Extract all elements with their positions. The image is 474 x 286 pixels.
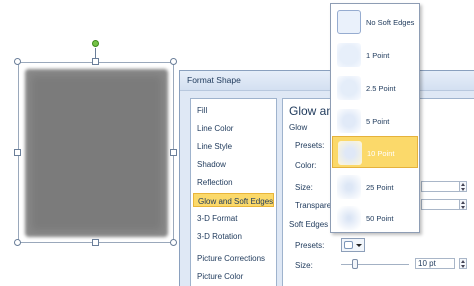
resize-handle-top[interactable] [92,58,99,65]
soft-edge-5pt-preview-icon [337,109,361,133]
resize-handle-bottom-right[interactable] [170,239,177,246]
soft-edges-presets-label: Presets: [295,241,325,250]
soft-edge-10pt-preview-icon [338,141,362,165]
menu-item-1-point[interactable]: 1 Point [332,39,418,71]
nav-item-3d-rotation[interactable]: 3-D Rotation [193,229,274,243]
nav-item-3d-format[interactable]: 3-D Format [193,211,274,225]
soft-edges-section-title: Soft Edges [289,220,329,229]
nav-item-fill[interactable]: Fill [193,103,274,117]
resize-handle-left[interactable] [14,149,21,156]
soft-edge-1pt-preview-icon [337,43,361,67]
nav-item-line-style[interactable]: Line Style [193,139,274,153]
glow-color-label: Color: [295,161,317,170]
menu-item-label: 50 Point [366,214,394,223]
menu-item-10-point[interactable]: 10 Point [332,136,418,168]
menu-item-label: No Soft Edges [366,18,415,27]
menu-item-25-point[interactable]: 25 Point [332,171,418,203]
glow-transparency-label: Transpare [295,201,332,210]
menu-item-5-point[interactable]: 5 Point [332,105,418,137]
nav-item-shadow[interactable]: Shadow [193,157,274,171]
glow-size-label: Size: [295,183,313,192]
resize-handle-top-left[interactable] [14,58,21,65]
menu-item-label: 5 Point [366,117,390,126]
nav-item-line-color[interactable]: Line Color [193,121,274,135]
format-shape-dialog: Format Shape Fill Line Color Line Style … [179,70,474,286]
soft-edges-size-spinner[interactable] [459,258,467,269]
nav-item-glow-soft-edges[interactable]: Glow and Soft Edges [193,193,274,207]
selected-shape[interactable] [14,40,177,246]
nav-item-picture-color[interactable]: Picture Color [193,269,274,283]
soft-edge-2-5pt-preview-icon [337,76,361,100]
resize-handle-bottom-left[interactable] [14,239,21,246]
soft-edge-25pt-preview-icon [337,175,361,199]
soft-edges-size-label: Size: [295,261,313,270]
category-list: Fill Line Color Line Style Shadow Reflec… [190,98,277,286]
resize-handle-bottom[interactable] [92,239,99,246]
nav-item-picture-corrections[interactable]: Picture Corrections [193,251,274,265]
glow-transparency-spinner[interactable] [459,199,467,210]
soft-edge-swatch-icon [344,241,353,249]
menu-item-50-point[interactable]: 50 Point [332,202,418,234]
rotation-handle[interactable] [92,40,99,47]
resize-handle-right[interactable] [170,149,177,156]
dialog-title: Format Shape [180,71,474,91]
no-soft-edges-preview-icon [337,10,361,34]
nav-item-reflection[interactable]: Reflection [193,175,274,189]
glow-section-title: Glow [289,123,308,132]
menu-item-label: 25 Point [366,183,394,192]
soft-edges-presets-dropdown[interactable] [341,238,365,252]
soft-edges-slider-thumb[interactable] [351,259,358,269]
menu-item-label: 2.5 Point [366,84,396,93]
selection-outline [18,62,174,243]
soft-edges-size-field[interactable]: 10 pt [415,258,455,269]
chevron-down-icon [356,244,362,247]
menu-item-label: 1 Point [366,51,390,60]
glow-presets-label: Presets: [295,141,325,150]
glow-size-spinner[interactable] [459,181,467,192]
soft-edges-presets-menu: No Soft Edges 1 Point 2.5 Point 5 Point … [330,3,420,233]
soft-edge-50pt-preview-icon [337,206,361,230]
menu-item-no-soft-edges[interactable]: No Soft Edges [332,6,418,38]
menu-item-2-5-point[interactable]: 2.5 Point [332,72,418,104]
resize-handle-top-right[interactable] [170,58,177,65]
menu-item-label: 10 Point [367,149,395,158]
